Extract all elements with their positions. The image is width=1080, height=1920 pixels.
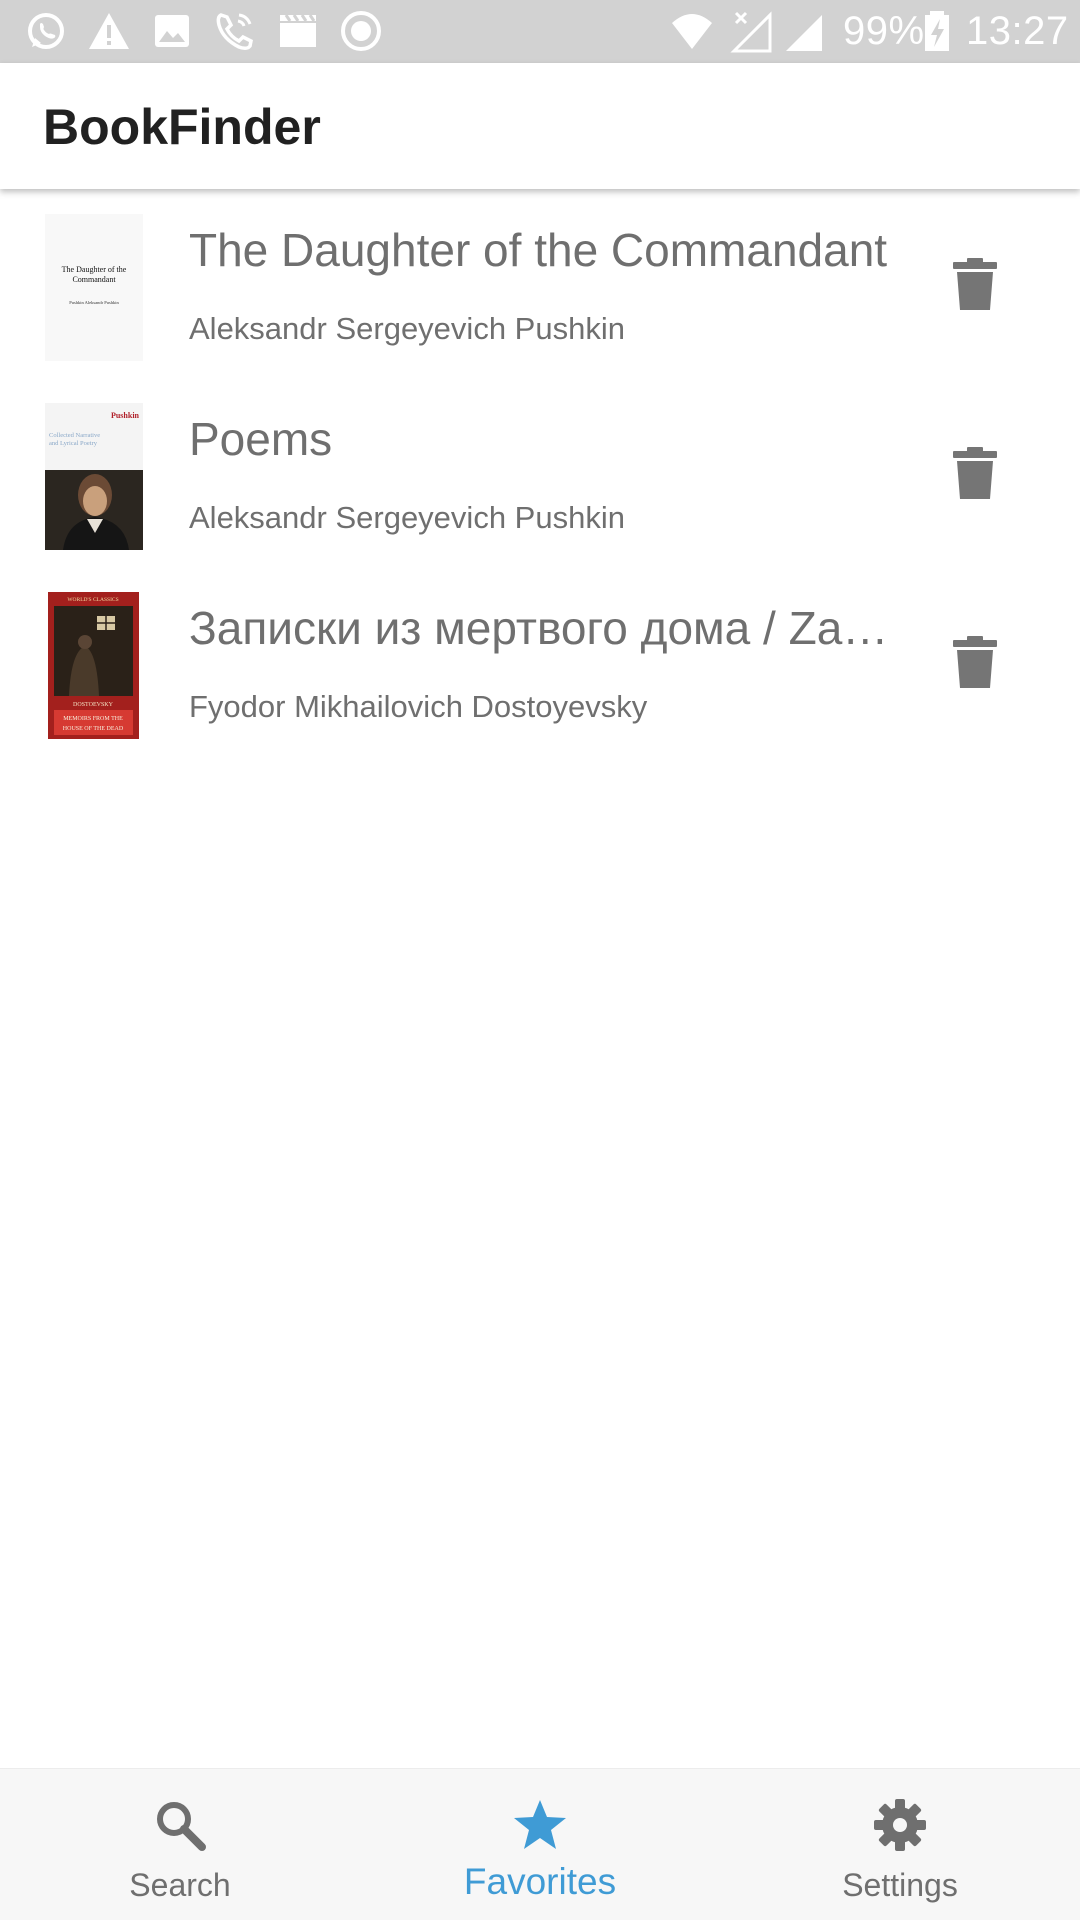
signal-icon — [782, 9, 826, 53]
cover-line: The Daughter of the — [62, 265, 127, 274]
warning-icon — [87, 9, 131, 53]
delete-button[interactable] — [951, 445, 999, 501]
star-icon — [512, 1797, 568, 1853]
cover-line: DOSTOEVSKY — [73, 702, 114, 708]
delete-button[interactable] — [951, 256, 999, 312]
battery-charging-icon — [922, 9, 952, 53]
nav-favorites[interactable]: Favorites — [360, 1769, 720, 1920]
list-item[interactable]: The Daughter of the Commandant Pushkin A… — [0, 200, 1080, 389]
trash-icon — [953, 258, 997, 310]
delete-button[interactable] — [951, 634, 999, 690]
app-bar: BookFinder — [0, 63, 1080, 189]
book-title: The Daughter of the Commandant — [189, 224, 888, 276]
trash-icon — [953, 447, 997, 499]
cover-line: WORLD'S CLASSICS — [67, 597, 118, 603]
cover-line: Pushkin — [111, 411, 140, 420]
app-title: BookFinder — [43, 99, 321, 155]
cover-line: Collected Narrative — [49, 432, 100, 439]
search-icon — [152, 1797, 208, 1853]
bottom-navigation: Search Favorites Settings — [0, 1768, 1080, 1920]
nav-settings[interactable]: Settings — [720, 1769, 1080, 1920]
trash-icon — [953, 636, 997, 688]
image-icon — [150, 9, 194, 53]
whatsapp-icon — [24, 9, 68, 53]
cover-line: Commandant — [72, 275, 116, 284]
call-icon — [213, 9, 257, 53]
book-title: Записки из мертвого дома / Zapiski iz me… — [189, 602, 889, 654]
screen: 99% 13:27 BookFinder The Daughter of the… — [0, 0, 1080, 1920]
record-icon — [339, 9, 383, 53]
book-cover: WORLD'S CLASSICS DOSTOEVSKY MEMOIRS FROM… — [45, 592, 143, 739]
book-cover: The Daughter of the Commandant Pushkin A… — [45, 214, 143, 361]
book-author: Fyodor Mikhailovich Dostoyevsky — [189, 689, 648, 724]
status-bar: 99% 13:27 — [0, 0, 1080, 63]
cover-line: HOUSE OF THE DEAD — [63, 726, 124, 732]
nav-search[interactable]: Search — [0, 1769, 360, 1920]
signal-off-icon — [730, 9, 774, 53]
nav-label: Favorites — [463, 1861, 617, 1902]
book-author: Aleksandr Sergeyevich Pushkin — [189, 311, 625, 346]
nav-label: Search — [129, 1867, 231, 1903]
battery-percent: 99% — [843, 9, 925, 53]
list-item[interactable]: WORLD'S CLASSICS DOSTOEVSKY MEMOIRS FROM… — [0, 578, 1080, 767]
nav-label: Settings — [842, 1867, 958, 1903]
book-author: Aleksandr Sergeyevich Pushkin — [189, 500, 625, 535]
list-item[interactable]: Pushkin Collected Narrative and Lyrical … — [0, 389, 1080, 578]
video-icon — [276, 9, 320, 53]
gear-icon — [872, 1797, 928, 1853]
clock: 13:27 — [966, 9, 1069, 53]
wifi-icon — [670, 9, 714, 53]
favorites-list: The Daughter of the Commandant Pushkin A… — [0, 200, 1080, 767]
cover-line: and Lyrical Poetry — [49, 440, 98, 447]
book-cover: Pushkin Collected Narrative and Lyrical … — [45, 403, 143, 550]
cover-line: Pushkin Aleksandr Pushkin — [69, 300, 119, 305]
book-title: Poems — [189, 413, 333, 465]
cover-line: MEMOIRS FROM THE — [63, 716, 123, 722]
